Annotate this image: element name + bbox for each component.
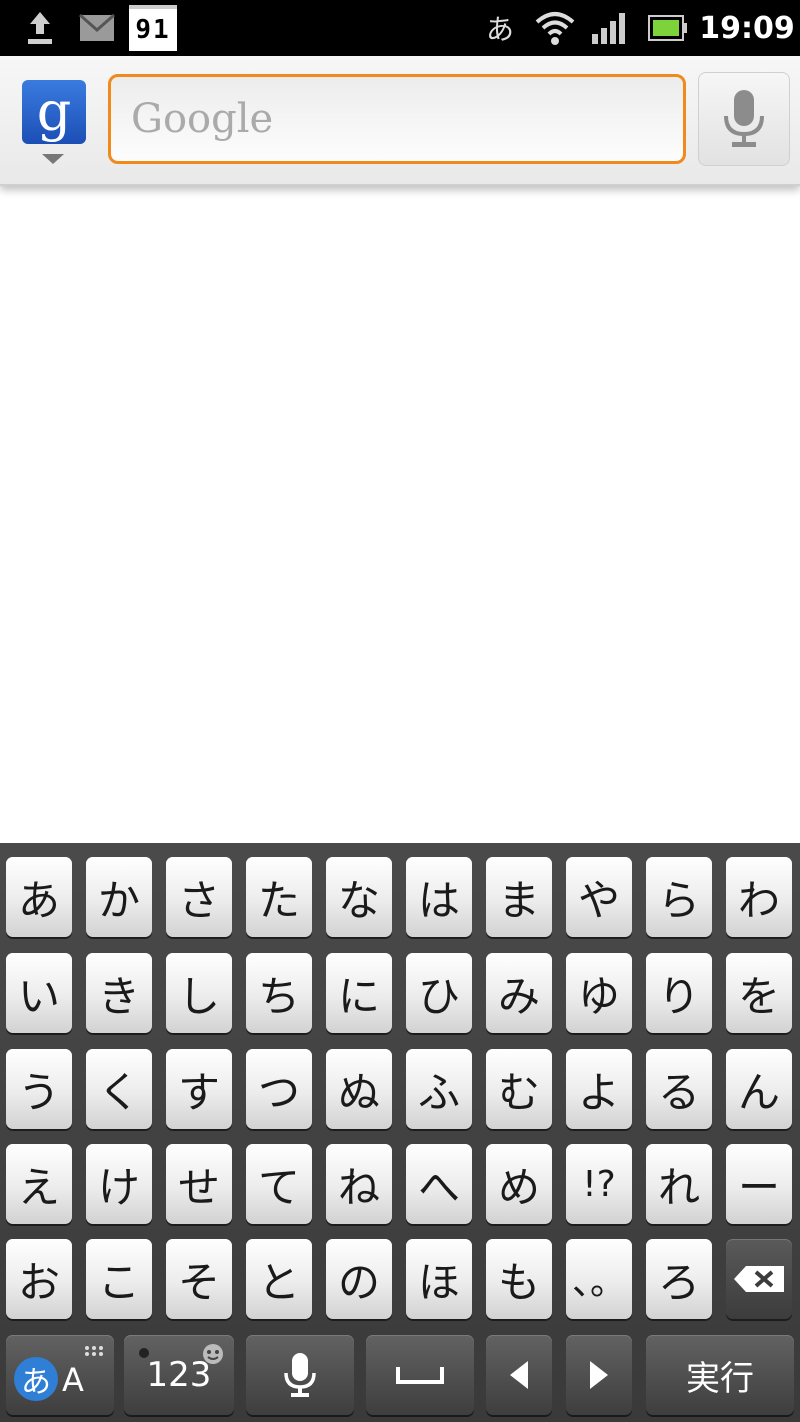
mail-icon	[76, 0, 118, 56]
kana-key[interactable]: わ	[726, 857, 792, 937]
wifi-icon	[532, 0, 578, 56]
kana-key[interactable]: へ	[406, 1144, 472, 1224]
kana-key[interactable]: い	[6, 953, 72, 1033]
kana-key[interactable]: つ	[246, 1049, 312, 1129]
voice-search-button[interactable]	[698, 72, 790, 166]
kana-key[interactable]: れ	[646, 1144, 712, 1224]
kana-key[interactable]: な	[326, 857, 392, 937]
kana-key[interactable]: ぬ	[326, 1049, 392, 1129]
mode-hiragana-label: あ	[14, 1357, 58, 1401]
kana-key[interactable]: め	[486, 1144, 552, 1224]
kana-key[interactable]: け	[86, 1144, 152, 1224]
kana-key[interactable]: ち	[246, 953, 312, 1033]
battery-icon	[646, 0, 690, 56]
space-icon	[396, 1367, 444, 1384]
emoji-icon	[203, 1344, 223, 1364]
kana-key[interactable]: 、。	[566, 1239, 632, 1319]
calendar-icon: 91	[126, 0, 180, 56]
backspace-icon	[734, 1266, 784, 1292]
kana-key[interactable]: を	[726, 953, 792, 1033]
numeric-key[interactable]: 123	[124, 1335, 234, 1415]
kana-key[interactable]: と	[246, 1239, 312, 1319]
kana-key[interactable]: う	[6, 1049, 72, 1129]
kana-key[interactable]: そ	[166, 1239, 232, 1319]
cursor-left-key[interactable]	[486, 1335, 552, 1415]
input-mode-key[interactable]: あ A	[6, 1335, 114, 1415]
kana-key[interactable]: き	[86, 953, 152, 1033]
kana-key[interactable]: え	[6, 1144, 72, 1224]
kana-key[interactable]: む	[486, 1049, 552, 1129]
kana-key[interactable]: !?	[566, 1144, 632, 1224]
mic-icon	[284, 1353, 316, 1397]
kana-key[interactable]: の	[326, 1239, 392, 1319]
kana-key[interactable]: み	[486, 953, 552, 1033]
mode-alpha-label: A	[62, 1361, 84, 1399]
kana-key[interactable]: ゆ	[566, 953, 632, 1033]
search-input[interactable]	[108, 74, 686, 164]
kana-key[interactable]: も	[486, 1239, 552, 1319]
kana-key[interactable]: さ	[166, 857, 232, 937]
kana-key[interactable]: し	[166, 953, 232, 1033]
kana-key[interactable]: る	[646, 1049, 712, 1129]
kana-key[interactable]: た	[246, 857, 312, 937]
kana-key[interactable]: ー	[726, 1144, 792, 1224]
kana-key[interactable]: ほ	[406, 1239, 472, 1319]
kana-key[interactable]: ら	[646, 857, 712, 937]
kana-key[interactable]: ふ	[406, 1049, 472, 1129]
kana-key[interactable]: あ	[6, 857, 72, 937]
enter-key[interactable]: 実行	[646, 1335, 794, 1415]
status-bar: 91 あ 19:09	[0, 0, 800, 56]
mic-icon	[724, 90, 764, 147]
clock: 19:09	[699, 10, 795, 46]
kana-key[interactable]: よ	[566, 1049, 632, 1129]
kana-key[interactable]: や	[566, 857, 632, 937]
dot-icon	[139, 1348, 149, 1358]
ime-indicator: あ	[485, 13, 514, 46]
kana-key[interactable]: こ	[86, 1239, 152, 1319]
voice-input-key[interactable]	[246, 1335, 354, 1415]
kana-key[interactable]: ん	[726, 1049, 792, 1129]
cursor-right-key[interactable]	[566, 1335, 632, 1415]
kana-key[interactable]: お	[6, 1239, 72, 1319]
space-key[interactable]	[366, 1335, 474, 1415]
kana-key[interactable]: は	[406, 857, 472, 937]
kana-key[interactable]: ろ	[646, 1239, 712, 1319]
calendar-day: 91	[129, 5, 177, 51]
kana-key[interactable]: に	[326, 953, 392, 1033]
backspace-key[interactable]	[726, 1239, 792, 1319]
kana-key[interactable]: か	[86, 857, 152, 937]
kana-key[interactable]: ひ	[406, 953, 472, 1033]
kana-key[interactable]: ね	[326, 1144, 392, 1224]
kana-key[interactable]: す	[166, 1049, 232, 1129]
dropdown-arrow-icon[interactable]	[42, 154, 64, 164]
kana-key[interactable]: り	[646, 953, 712, 1033]
signal-icon	[588, 0, 632, 56]
kana-key[interactable]: せ	[166, 1144, 232, 1224]
kana-key[interactable]: ま	[486, 857, 552, 937]
kana-key[interactable]: く	[86, 1049, 152, 1129]
google-logo-button[interactable]: g	[22, 80, 86, 144]
arrow-left-icon	[510, 1361, 528, 1389]
search-bar: g	[0, 56, 800, 186]
grid-dots-icon	[85, 1346, 103, 1356]
arrow-right-icon	[590, 1361, 608, 1389]
kana-key[interactable]: て	[246, 1144, 312, 1224]
upload-icon	[18, 0, 62, 56]
